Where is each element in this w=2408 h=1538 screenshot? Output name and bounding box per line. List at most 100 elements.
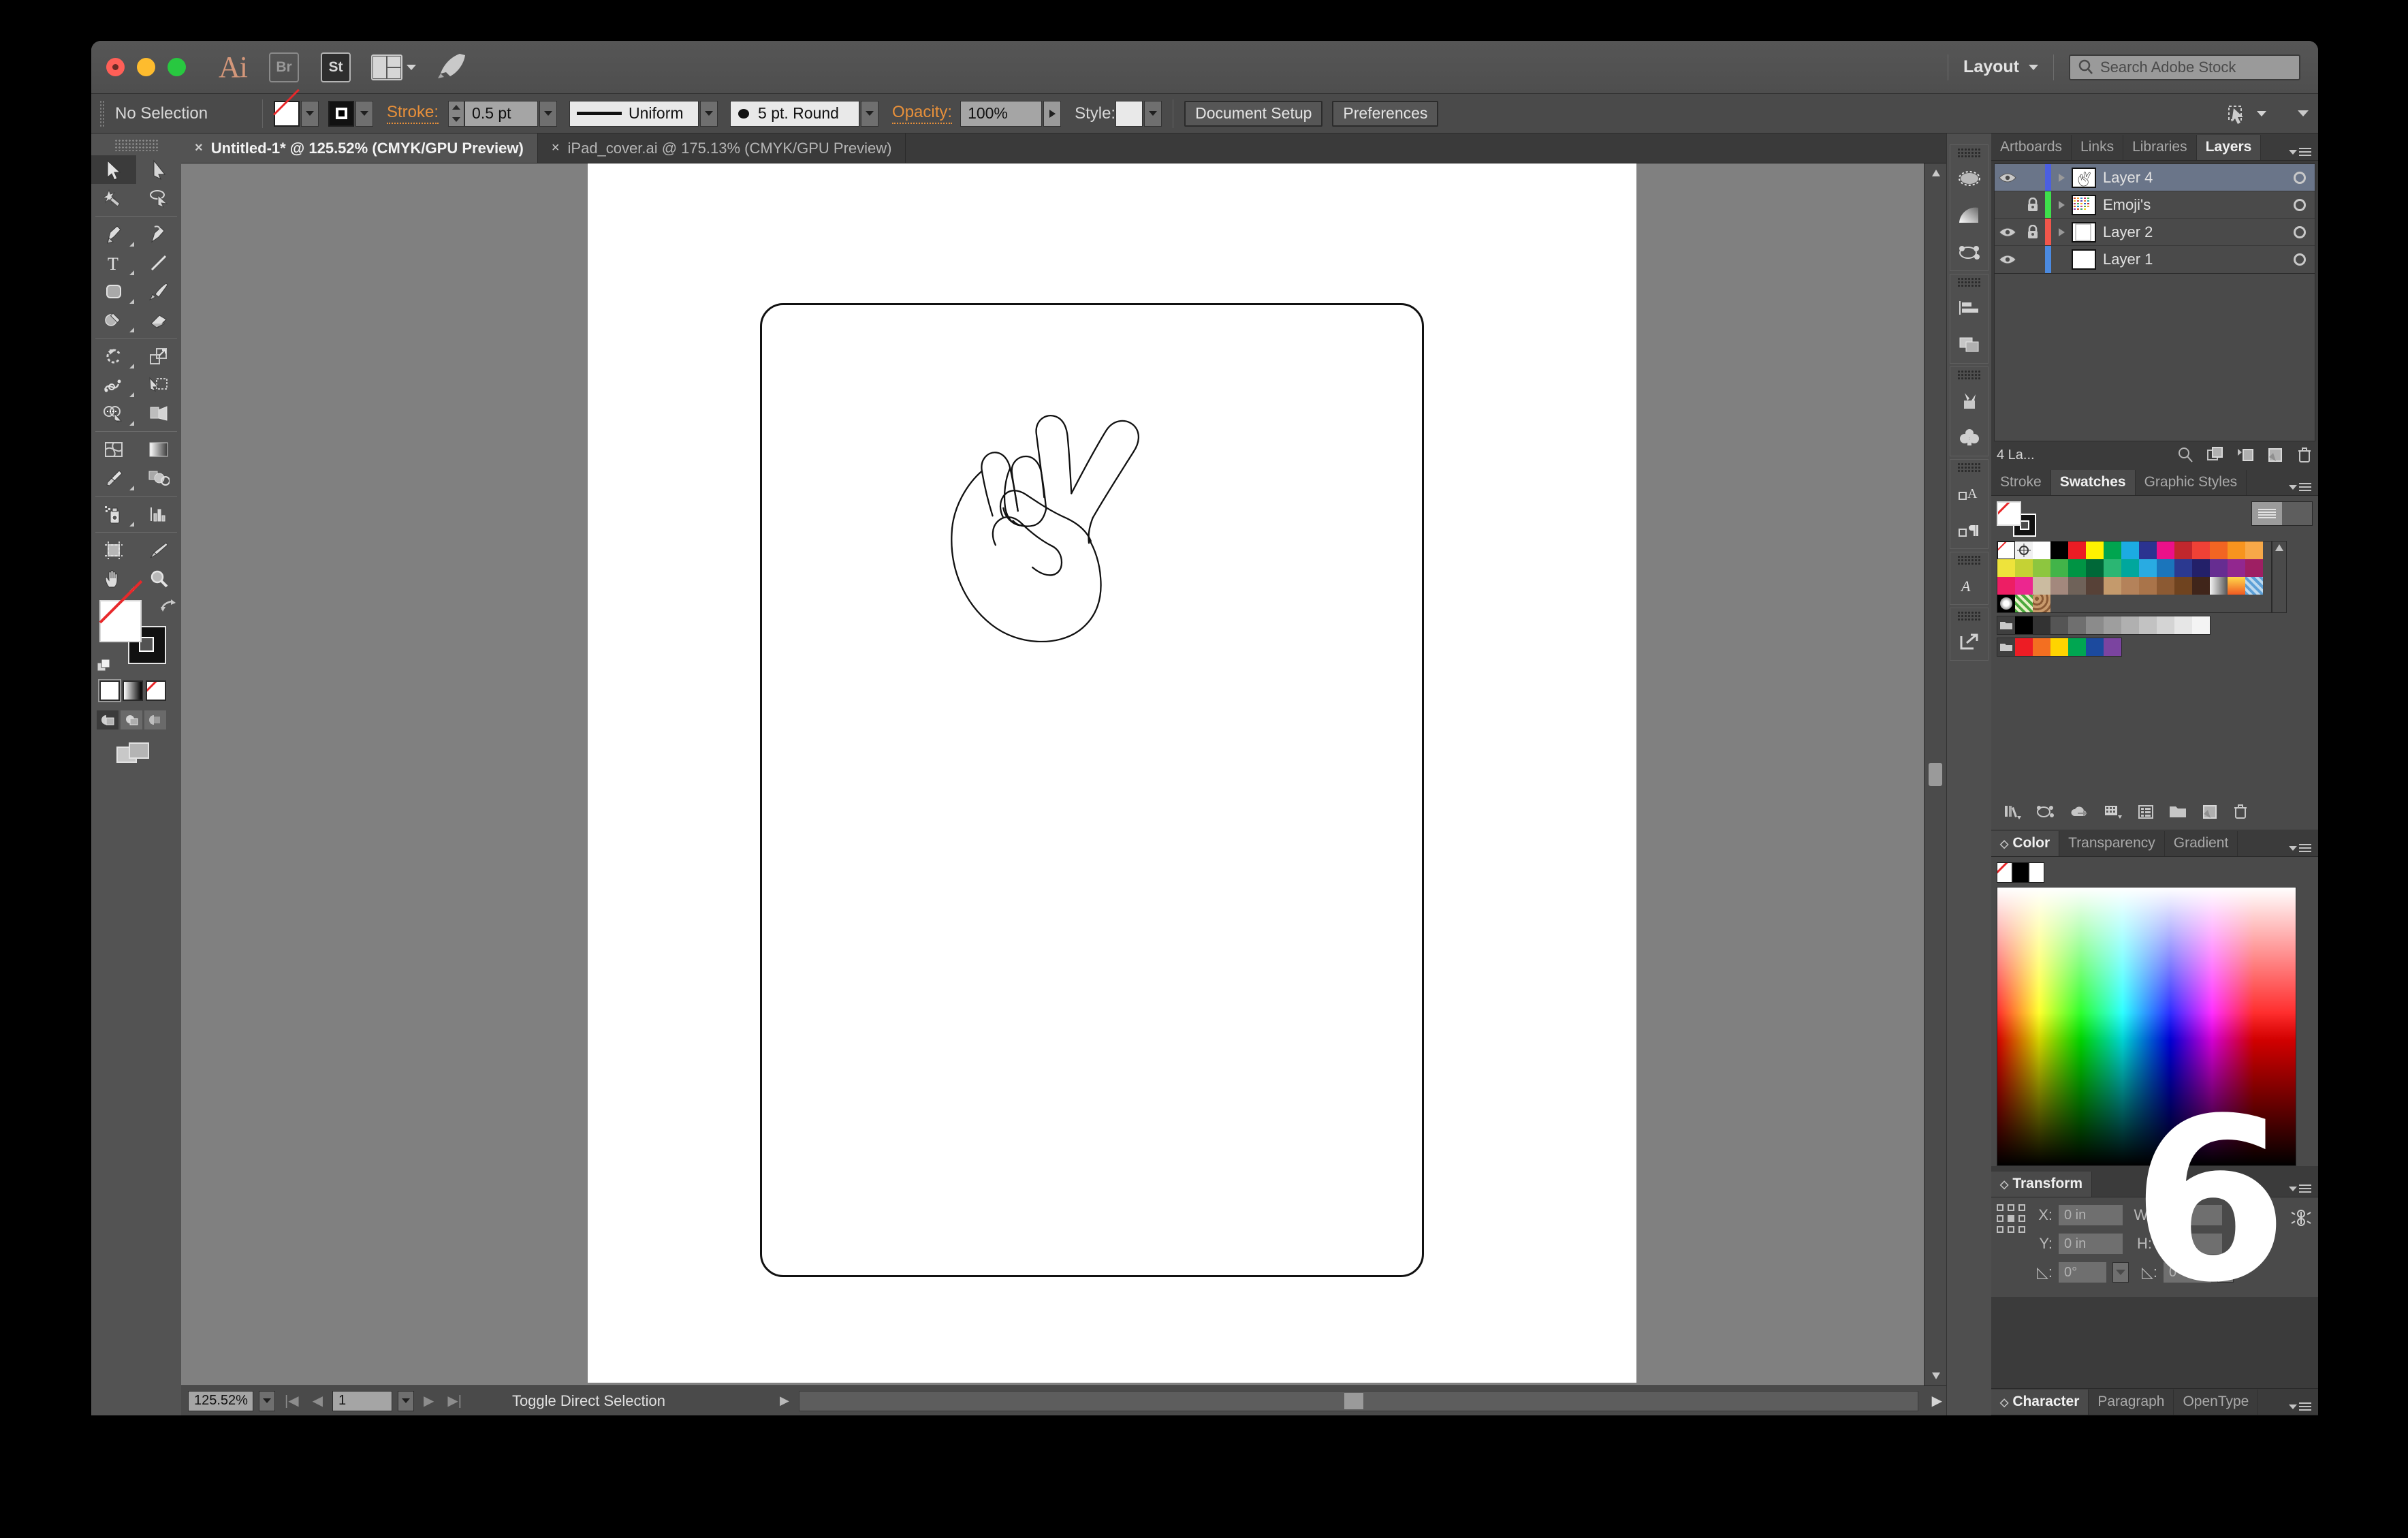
color-panel-menu-icon[interactable] (2289, 844, 2311, 852)
folder-icon[interactable] (1997, 616, 2015, 634)
tab-color[interactable]: Color (1991, 831, 2059, 856)
swatch-gray-1[interactable] (2033, 616, 2050, 634)
fill-swatch-large[interactable] (99, 600, 142, 642)
character-panel-menu-icon[interactable] (2289, 1402, 2311, 1411)
scroll-up-button[interactable] (1924, 163, 1946, 183)
zoom-dropdown[interactable] (259, 1391, 275, 1411)
direct-selection-tool[interactable] (136, 155, 181, 184)
tab-libraries[interactable]: Libraries (2123, 135, 2197, 160)
expand-triangle-icon[interactable] (2051, 173, 2072, 183)
table-row[interactable]: Layer 4 (1995, 164, 2315, 191)
dock-gripper-2[interactable] (1957, 277, 1981, 287)
default-fill-stroke-icon[interactable] (97, 659, 113, 672)
horizontal-scroll-thumb[interactable] (1344, 1393, 1363, 1409)
mesh-tool[interactable] (91, 435, 136, 464)
color-fill-swatch[interactable] (1997, 862, 2012, 883)
swatch-tan[interactable] (2104, 577, 2121, 595)
maximize-window-button[interactable] (168, 58, 186, 76)
dock-gripper[interactable] (1957, 148, 1981, 157)
lock-icon[interactable] (2021, 225, 2045, 240)
eye-icon[interactable] (1995, 227, 2021, 238)
swatch-gray-brown[interactable] (2068, 577, 2086, 595)
table-row[interactable]: Emoji's (1995, 191, 2315, 219)
next-artboard-button[interactable]: ▶ (419, 1392, 438, 1409)
layer-name[interactable]: Emoji's (2103, 196, 2285, 214)
pathfinder-panel-icon[interactable] (1950, 326, 1988, 363)
pen-tool[interactable] (91, 220, 136, 249)
shaper-tool[interactable] (91, 306, 136, 334)
eye-icon[interactable] (1995, 172, 2021, 183)
first-artboard-button[interactable]: |◀ (281, 1392, 303, 1409)
stroke-color-swatch[interactable] (328, 101, 354, 127)
swatch-gradient-gray[interactable] (2210, 577, 2228, 595)
symbols-panel-icon[interactable] (1950, 234, 1988, 270)
swatch-pink[interactable] (2015, 577, 2033, 595)
rocket-icon[interactable] (435, 52, 466, 82)
stroke-weight-stepper[interactable] (448, 101, 464, 127)
artboard-tool[interactable] (91, 536, 136, 565)
gradient-tool[interactable] (136, 435, 181, 464)
scale-tool[interactable] (136, 342, 181, 371)
swatch-gray-6[interactable] (2121, 616, 2139, 634)
close-window-button[interactable] (106, 58, 125, 76)
document-tab-untitled[interactable]: × Untitled-1* @ 125.52% (CMYK/GPU Previe… (181, 134, 538, 163)
tab-stroke[interactable]: Stroke (1991, 470, 2051, 495)
swatch-yellow[interactable] (2086, 542, 2104, 559)
swatch-crimson[interactable] (2174, 542, 2192, 559)
swatch-emerald[interactable] (2104, 559, 2121, 577)
swatch-light-orange[interactable] (2245, 542, 2263, 559)
eye-icon[interactable] (1995, 254, 2021, 265)
stroke-profile-dropdown[interactable] (700, 101, 718, 127)
swatch-gray-9[interactable] (2174, 616, 2192, 634)
swatch-lime[interactable] (2015, 559, 2033, 577)
swatch-coffee[interactable] (2086, 577, 2104, 595)
paragraph-styles-icon[interactable] (1950, 512, 1988, 548)
swatch-pattern-leaf[interactable] (2015, 595, 2033, 612)
color-group-icon[interactable] (2036, 804, 2055, 820)
eyedropper-tool[interactable] (91, 464, 136, 492)
x-field[interactable]: 0 in (2058, 1204, 2123, 1226)
layer-name[interactable]: Layer 2 (2103, 223, 2285, 241)
swatch-registration[interactable] (2015, 542, 2033, 559)
brush-definition[interactable]: 5 pt. Round (730, 101, 859, 127)
grid-view-button[interactable] (2282, 502, 2312, 525)
opacity-label[interactable]: Opacity: (892, 103, 952, 124)
document-tab-ipad-cover[interactable]: × iPad_cover.ai @ 175.13% (CMYK/GPU Prev… (538, 134, 906, 163)
swatch-teal[interactable] (2121, 559, 2139, 577)
target-indicator[interactable] (2285, 226, 2315, 238)
previous-artboard-button[interactable]: ◀ (308, 1392, 327, 1409)
perspective-grid-tool[interactable] (136, 399, 181, 428)
swatch-options-icon[interactable] (2137, 804, 2155, 820)
swatch-camel[interactable] (2121, 577, 2139, 595)
color-mode-button[interactable] (99, 680, 120, 701)
swatch-cyan[interactable] (2121, 542, 2139, 559)
swatch-violet[interactable] (2210, 559, 2228, 577)
swatch-gray-8[interactable] (2157, 616, 2174, 634)
artboard-number-field[interactable]: 1 (332, 1391, 392, 1411)
swatch-gray-5[interactable] (2104, 616, 2121, 634)
asset-export-panel-icon[interactable] (1950, 623, 1988, 660)
swatches-fill-swatch[interactable] (1997, 501, 2021, 526)
swatch-blue[interactable] (2139, 542, 2157, 559)
target-indicator[interactable] (2285, 199, 2315, 211)
close-icon[interactable]: × (195, 140, 203, 156)
create-sublayer-icon[interactable] (2236, 446, 2254, 464)
workspace-chevron-down-icon[interactable] (2029, 65, 2038, 70)
none-mode-button[interactable] (146, 680, 166, 701)
swatch-pattern-dot[interactable] (1997, 595, 2015, 612)
align-panel-icon[interactable] (1950, 289, 1988, 326)
stroke-label[interactable]: Stroke: (387, 103, 439, 124)
swatch-white[interactable] (2033, 542, 2050, 559)
tab-links[interactable]: Links (2072, 135, 2123, 160)
swatch-gradient-orange[interactable] (2228, 577, 2245, 595)
close-icon[interactable]: × (552, 140, 560, 156)
folder-icon-2[interactable] (1997, 638, 2015, 656)
type-tool[interactable]: T (91, 249, 136, 277)
control-bar-menu-icon[interactable] (2298, 110, 2309, 116)
tab-graphic-styles[interactable]: Graphic Styles (2136, 470, 2247, 495)
swatch-libraries-icon[interactable] (2003, 804, 2023, 820)
swatch-royal-blue[interactable] (2174, 559, 2192, 577)
expand-triangle-icon[interactable] (2051, 227, 2072, 237)
preferences-button[interactable]: Preferences (1332, 101, 1438, 127)
swatch-purple[interactable] (2228, 559, 2245, 577)
